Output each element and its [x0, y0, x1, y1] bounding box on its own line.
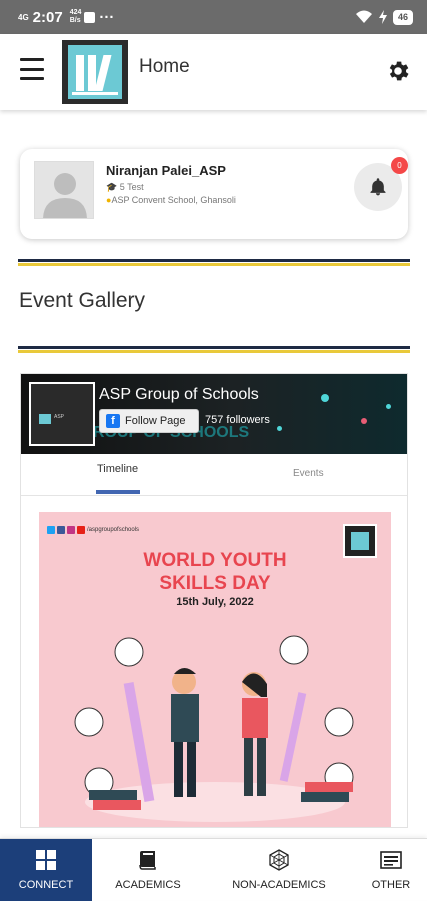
youth-illustration [74, 635, 354, 822]
app-bar: Home [0, 34, 427, 110]
tab-events[interactable]: Events [293, 468, 324, 479]
windows-grid-icon [36, 850, 56, 870]
widget-tabs: Timeline Events [21, 454, 407, 496]
network-indicator: 4G [18, 12, 29, 22]
book-icon [139, 851, 156, 870]
section-divider [18, 259, 410, 266]
page-title: Home [139, 56, 190, 77]
message-icon [84, 11, 96, 23]
notification-badge: 0 [391, 157, 408, 174]
gear-icon[interactable] [385, 58, 411, 84]
follow-page-button[interactable]: f Follow Page [99, 409, 199, 433]
graduation-cap-icon: 🎓 [106, 182, 118, 192]
nav-connect[interactable]: CONNECT [0, 839, 92, 901]
nav-other[interactable]: OTHER [355, 839, 427, 901]
post-title-line2: SKILLS DAY [159, 573, 271, 594]
user-name: Niranjan Palei_ASP [106, 163, 226, 178]
battery-level: 46 [397, 12, 408, 22]
user-school: ●ASP Convent School, Ghansoli [106, 195, 236, 205]
charging-icon [378, 10, 387, 24]
tab-timeline[interactable]: Timeline [97, 463, 138, 475]
social-handle: /aspgroupofschools [47, 526, 139, 534]
cover-image: ROUP OF SCHOOLS ASP ASP Group of Schools… [21, 374, 407, 454]
nav-label: OTHER [371, 879, 411, 891]
section-divider [18, 346, 410, 353]
page-name[interactable]: ASP Group of Schools [99, 386, 259, 404]
facebook-page-widget[interactable]: ROUP OF SCHOOLS ASP ASP Group of Schools… [20, 373, 408, 828]
section-heading: Event Gallery [19, 289, 146, 312]
nav-label: NON-ACADEMICS [232, 879, 326, 891]
user-class: 🎓 5 Test [106, 182, 144, 192]
post-date: 15th July, 2022 [176, 596, 254, 608]
nav-academics[interactable]: ACADEMICS [92, 839, 204, 901]
more-indicator: ··· [99, 8, 115, 26]
profile-card[interactable]: Niranjan Palei_ASP 🎓 5 Test ●ASP Convent… [20, 149, 408, 239]
nav-non-academics[interactable]: NON-ACADEMICS [214, 839, 344, 901]
nav-label: ACADEMICS [115, 879, 181, 891]
bottom-navigation: CONNECT ACADEMICS NON-ACADEMICS OTHER [0, 838, 427, 901]
net-speed: 424 B/s [69, 9, 82, 24]
clock: 2:07 [32, 8, 63, 26]
tab-indicator [96, 490, 140, 494]
followers-count: 757 followers [205, 414, 270, 426]
notification-button[interactable]: 0 [354, 157, 408, 211]
post-image[interactable]: /aspgroupofschools WORLD YOUTH SKILLS DA… [39, 512, 391, 827]
status-bar: 4G 2:07 424 B/s ··· 46 [0, 0, 427, 34]
nav-label: CONNECT [18, 879, 74, 891]
page-avatar-caption: ASP [54, 414, 65, 420]
wifi-icon [355, 10, 372, 23]
hamburger-icon[interactable] [20, 58, 44, 80]
page-avatar[interactable]: ASP [29, 382, 95, 446]
list-card-icon [380, 851, 402, 869]
facebook-icon: f [106, 414, 120, 428]
post-title-line1: WORLD YOUTH [143, 550, 287, 571]
follow-label: Follow Page [125, 415, 186, 427]
avatar [34, 161, 94, 219]
school-logo-icon [62, 40, 128, 104]
battery-icon: 46 [392, 9, 413, 25]
bell-icon [370, 178, 386, 196]
hexagon-icon [269, 849, 289, 871]
